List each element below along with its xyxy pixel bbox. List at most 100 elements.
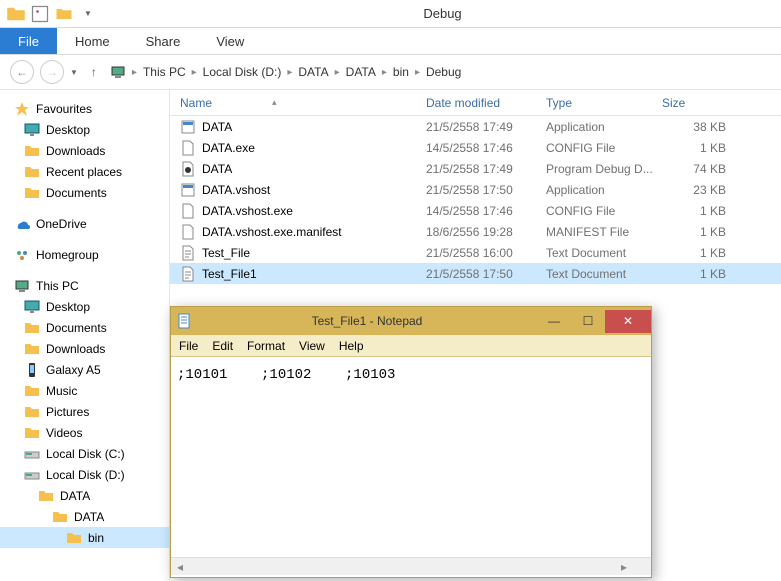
column-header-type[interactable]: Type — [546, 96, 662, 110]
file-type: Application — [546, 183, 662, 197]
tab-share[interactable]: Share — [128, 28, 199, 54]
column-header-size[interactable]: Size — [662, 96, 732, 110]
sidebar-label: Desktop — [46, 123, 90, 137]
scroll-right-icon[interactable]: ▸ — [615, 558, 633, 575]
sidebar-item-data2[interactable]: DATA — [0, 506, 169, 527]
sidebar-item-bin[interactable]: bin — [0, 527, 169, 548]
tab-file[interactable]: File — [0, 28, 57, 54]
sidebar-homegroup[interactable]: Homegroup — [0, 244, 169, 265]
breadcrumb-item[interactable]: bin — [393, 65, 409, 79]
scroll-track[interactable] — [189, 558, 615, 575]
folder-small-icon[interactable] — [54, 4, 74, 24]
maximize-button[interactable]: ☐ — [571, 310, 605, 333]
menu-view[interactable]: View — [299, 339, 325, 353]
scroll-left-icon[interactable]: ◂ — [171, 558, 189, 575]
folder-icon — [24, 383, 40, 399]
tab-home[interactable]: Home — [57, 28, 128, 54]
sidebar-item-documents[interactable]: Documents — [0, 182, 169, 203]
chevron-right-icon[interactable]: ▸ — [415, 67, 420, 78]
folder-icon — [24, 164, 40, 180]
breadcrumb-item[interactable]: DATA — [298, 65, 328, 79]
sidebar-item-drive-c[interactable]: Local Disk (C:) — [0, 443, 169, 464]
file-row[interactable]: DATA.vshost21/5/2558 17:50Application23 … — [170, 179, 781, 200]
dropdown-icon[interactable]: ▼ — [78, 4, 98, 24]
folder-icon — [24, 320, 40, 336]
sidebar-item-downloads[interactable]: Downloads — [0, 338, 169, 359]
sidebar-label: Pictures — [46, 405, 89, 419]
file-icon — [180, 224, 196, 240]
file-name: DATA.vshost — [202, 183, 270, 197]
file-icon — [180, 161, 196, 177]
breadcrumb-item[interactable]: This PC — [143, 65, 186, 79]
sidebar-item-data[interactable]: DATA — [0, 485, 169, 506]
notepad-window: Test_File1 - Notepad — ☐ ✕ File Edit For… — [170, 306, 652, 578]
breadcrumb-item[interactable]: Debug — [426, 65, 461, 79]
horizontal-scrollbar[interactable]: ◂ ▸ — [171, 557, 651, 575]
sidebar-thispc[interactable]: This PC — [0, 275, 169, 296]
sidebar-item-desktop[interactable]: Desktop — [0, 119, 169, 140]
file-type: Text Document — [546, 246, 662, 260]
breadcrumb: ▸ This PC ▸ Local Disk (D:) ▸ DATA ▸ DAT… — [110, 64, 771, 80]
sidebar-item-music[interactable]: Music — [0, 380, 169, 401]
sidebar-item-drive-d[interactable]: Local Disk (D:) — [0, 464, 169, 485]
breadcrumb-item[interactable]: DATA — [346, 65, 376, 79]
sidebar-item-downloads[interactable]: Downloads — [0, 140, 169, 161]
file-name: DATA — [202, 120, 232, 134]
window-titlebar: ▼ Debug — [0, 0, 781, 28]
file-date: 21/5/2558 17:49 — [426, 120, 546, 134]
breadcrumb-item[interactable]: Local Disk (D:) — [203, 65, 282, 79]
menu-file[interactable]: File — [179, 339, 198, 353]
sidebar-label: Homegroup — [36, 248, 99, 262]
column-header-name[interactable]: Name▴ — [170, 96, 426, 110]
chevron-right-icon[interactable]: ▸ — [335, 67, 340, 78]
file-size: 74 KB — [662, 162, 732, 176]
navigation-pane: Favourites Desktop Downloads Recent plac… — [0, 90, 170, 581]
file-size: 1 KB — [662, 246, 732, 260]
tab-view[interactable]: View — [198, 28, 262, 54]
file-row[interactable]: DATA.vshost.exe14/5/2558 17:46CONFIG Fil… — [170, 200, 781, 221]
sidebar-item-galaxy[interactable]: Galaxy A5 — [0, 359, 169, 380]
forward-button[interactable]: → — [40, 60, 64, 84]
menu-format[interactable]: Format — [247, 339, 285, 353]
file-size: 38 KB — [662, 120, 732, 134]
close-button[interactable]: ✕ — [605, 310, 651, 333]
file-size: 1 KB — [662, 204, 732, 218]
file-row[interactable]: DATA21/5/2558 17:49Application38 KB — [170, 116, 781, 137]
sidebar-label: OneDrive — [36, 217, 87, 231]
sidebar-item-desktop[interactable]: Desktop — [0, 296, 169, 317]
chevron-right-icon[interactable]: ▸ — [132, 67, 137, 78]
properties-icon[interactable] — [30, 4, 50, 24]
phone-icon — [24, 362, 40, 378]
sidebar-onedrive[interactable]: OneDrive — [0, 213, 169, 234]
sidebar-item-recent[interactable]: Recent places — [0, 161, 169, 182]
file-type: Text Document — [546, 267, 662, 281]
notepad-textarea[interactable]: ;10101 ;10102 ;10103 — [171, 357, 651, 557]
chevron-right-icon[interactable]: ▸ — [287, 67, 292, 78]
file-row[interactable]: Test_File121/5/2558 17:50Text Document1 … — [170, 263, 781, 284]
up-button[interactable]: ↑ — [84, 60, 104, 84]
chevron-right-icon[interactable]: ▸ — [192, 67, 197, 78]
file-row[interactable]: DATA.exe14/5/2558 17:46CONFIG File1 KB — [170, 137, 781, 158]
column-header-date[interactable]: Date modified — [426, 96, 546, 110]
desktop-icon — [24, 122, 40, 138]
file-date: 21/5/2558 17:50 — [426, 183, 546, 197]
file-name: Test_File — [202, 246, 250, 260]
sidebar-favorites[interactable]: Favourites — [0, 98, 169, 119]
folder-icon — [66, 530, 82, 546]
file-row[interactable]: Test_File21/5/2558 16:00Text Document1 K… — [170, 242, 781, 263]
file-row[interactable]: DATA21/5/2558 17:49Program Debug D...74 … — [170, 158, 781, 179]
menu-edit[interactable]: Edit — [212, 339, 233, 353]
menu-help[interactable]: Help — [339, 339, 364, 353]
chevron-right-icon[interactable]: ▸ — [382, 67, 387, 78]
sidebar-item-pictures[interactable]: Pictures — [0, 401, 169, 422]
file-icon — [180, 245, 196, 261]
back-button[interactable]: ← — [10, 60, 34, 84]
file-row[interactable]: DATA.vshost.exe.manifest18/6/2556 19:28M… — [170, 221, 781, 242]
quick-access-toolbar: ▼ — [0, 4, 104, 24]
sidebar-item-videos[interactable]: Videos — [0, 422, 169, 443]
notepad-titlebar[interactable]: Test_File1 - Notepad — ☐ ✕ — [171, 307, 651, 335]
folder-icon — [24, 404, 40, 420]
history-dropdown-icon[interactable]: ▼ — [70, 68, 78, 77]
sidebar-item-documents[interactable]: Documents — [0, 317, 169, 338]
minimize-button[interactable]: — — [537, 310, 571, 333]
